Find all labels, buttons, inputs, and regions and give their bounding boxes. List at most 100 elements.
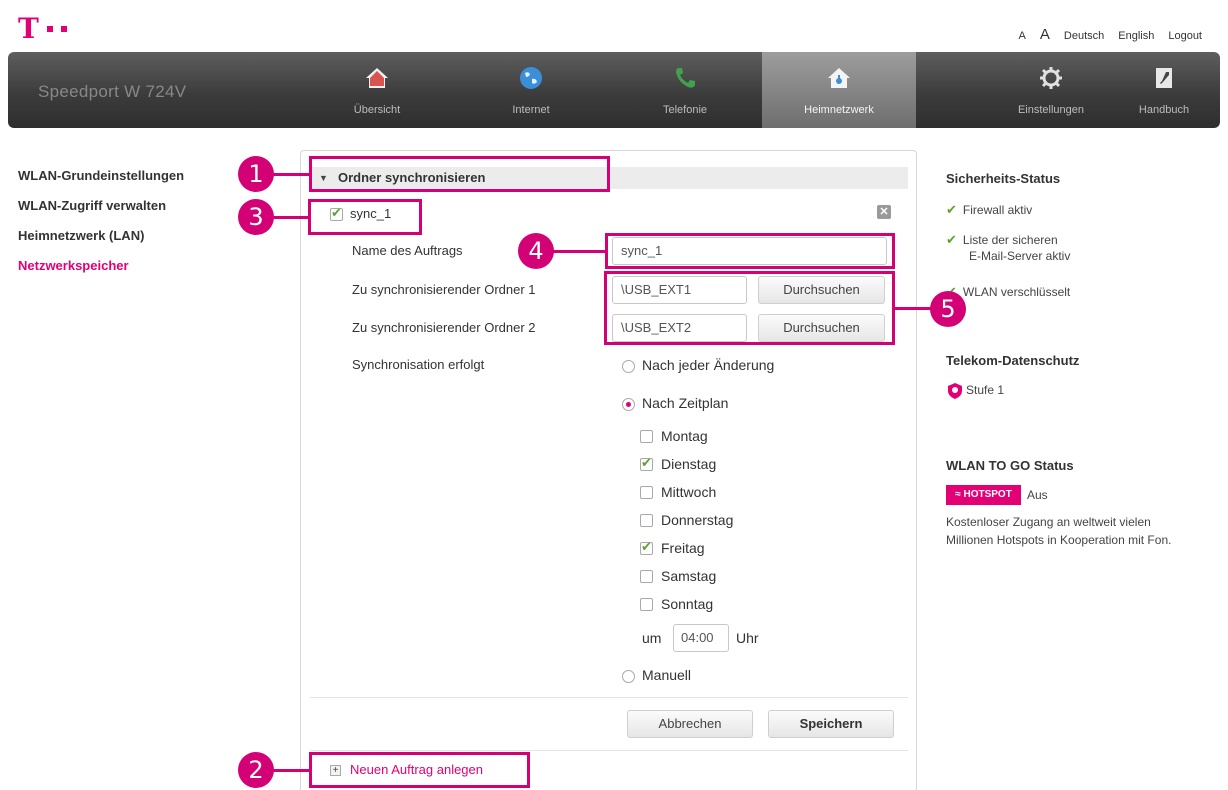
callout-box-3 bbox=[308, 199, 422, 235]
telekom-logo[interactable]: T bbox=[18, 14, 67, 44]
callout-box-5 bbox=[604, 271, 895, 345]
cancel-button[interactable]: Abbrechen bbox=[627, 710, 753, 738]
callout-number-1: 1 bbox=[238, 156, 274, 192]
mail-status: ✔ Liste der sicheren bbox=[946, 231, 1058, 249]
nav-label: Internet bbox=[512, 104, 550, 116]
font-size-large-link[interactable]: A bbox=[1040, 26, 1050, 43]
day-label: Mittwoch bbox=[661, 484, 717, 500]
day-label: Donnerstag bbox=[661, 512, 734, 528]
sidebar-item-wlan-grundeinstellungen[interactable]: WLAN-Grundeinstellungen bbox=[18, 168, 184, 198]
brand-name: Speedport W 724V bbox=[38, 82, 187, 101]
privacy-title: Telekom-Datenschutz bbox=[946, 353, 1080, 368]
radio-manual-label: Manuell bbox=[642, 667, 692, 683]
divider bbox=[310, 750, 908, 751]
callout-line-3 bbox=[268, 216, 310, 219]
callout-box-4 bbox=[605, 233, 895, 269]
sidebar-item-heimnetzwerk-lan[interactable]: Heimnetzwerk (LAN) bbox=[18, 228, 184, 258]
nav-einstellungen[interactable]: Einstellungen bbox=[996, 52, 1106, 128]
logo-dot bbox=[60, 26, 67, 32]
callout-number-3: 3 bbox=[238, 199, 274, 235]
logo-dot bbox=[46, 26, 53, 32]
sync-mode-label: Synchronisation erfolgt bbox=[352, 357, 485, 372]
globe-icon bbox=[520, 67, 542, 89]
day-checkbox-dienstag[interactable] bbox=[640, 455, 653, 471]
nav-label: Handbuch bbox=[1138, 104, 1190, 116]
day-label: Samstag bbox=[661, 568, 717, 584]
mail-text-1: Liste der sicheren bbox=[962, 233, 1058, 247]
day-checkbox-samstag[interactable] bbox=[640, 570, 653, 583]
day-checkbox-mittwoch[interactable] bbox=[640, 486, 653, 499]
nav-label: Heimnetzwerk bbox=[804, 104, 874, 116]
save-button[interactable]: Speichern bbox=[768, 710, 894, 738]
callout-number-2: 2 bbox=[238, 752, 274, 788]
wifi-icon: ≈ bbox=[955, 489, 961, 500]
callout-number-4: 4 bbox=[518, 233, 554, 269]
network-home-icon bbox=[828, 68, 850, 88]
nav-uebersicht[interactable]: Übersicht bbox=[300, 52, 454, 128]
radio-schedule-label: Nach Zeitplan bbox=[642, 395, 729, 411]
callout-line-1 bbox=[268, 173, 310, 176]
sidebar-menu: WLAN-Grundeinstellungen WLAN-Zugriff ver… bbox=[18, 168, 184, 288]
hotspot-desc-1: Kostenloser Zugang an weltweit vielen bbox=[946, 515, 1151, 529]
sidebar-item-wlan-zugriff[interactable]: WLAN-Zugriff verwalten bbox=[18, 198, 184, 228]
nav-handbuch[interactable]: Handbuch bbox=[1114, 52, 1214, 128]
main-navbar: Speedport W 724V Übersicht Internet Tele… bbox=[8, 52, 1220, 128]
telekom-t-icon: T bbox=[18, 12, 39, 45]
day-label: Montag bbox=[661, 428, 708, 444]
time-suffix: Uhr bbox=[736, 630, 759, 646]
nav-label: Telefonie bbox=[662, 104, 708, 116]
radio-after-change-label: Nach jeder Änderung bbox=[642, 357, 775, 373]
hotspot-badge: ≈ HOTSPOT bbox=[946, 485, 1021, 505]
check-icon: ✔ bbox=[946, 232, 957, 247]
day-label: Dienstag bbox=[661, 456, 717, 472]
day-label: Freitag bbox=[661, 540, 705, 556]
check-icon: ✔ bbox=[946, 202, 957, 217]
nav-internet[interactable]: Internet bbox=[454, 52, 608, 128]
logout-link[interactable]: Logout bbox=[1168, 30, 1202, 42]
job-name-label: Name des Auftrags bbox=[352, 243, 463, 258]
callout-line-4 bbox=[549, 250, 606, 253]
privacy-shield-icon bbox=[948, 383, 962, 399]
callout-box-1 bbox=[309, 156, 610, 192]
callout-box-2 bbox=[309, 752, 530, 788]
time-prefix: um bbox=[642, 630, 662, 646]
gear-icon bbox=[1040, 67, 1062, 89]
day-checkbox-sonntag[interactable] bbox=[640, 598, 653, 611]
firewall-text: Firewall aktiv bbox=[962, 203, 1033, 217]
day-checkbox-freitag[interactable] bbox=[640, 539, 653, 555]
top-links: A A Deutsch English Logout bbox=[1019, 26, 1202, 43]
security-status-title: Sicherheits-Status bbox=[946, 171, 1061, 186]
callout-number-5: 5 bbox=[930, 291, 966, 327]
callout-line-2 bbox=[268, 769, 310, 772]
nav-label: Übersicht bbox=[353, 104, 401, 116]
folder2-label: Zu synchronisierender Ordner 2 bbox=[352, 320, 536, 335]
nav-label: Einstellungen bbox=[1017, 104, 1085, 116]
wlan-text: WLAN verschlüsselt bbox=[962, 285, 1071, 299]
sidebar-item-netzwerkspeicher[interactable]: Netzwerkspeicher bbox=[18, 258, 184, 288]
mail-text-2: E-Mail-Server aktiv bbox=[969, 249, 1071, 263]
day-checkbox-donnerstag[interactable] bbox=[640, 514, 653, 527]
callout-line-5 bbox=[893, 307, 931, 310]
nav-heimnetzwerk[interactable]: Heimnetzwerk bbox=[762, 52, 916, 128]
day-checkbox-montag[interactable] bbox=[640, 430, 653, 443]
wlan-status: ✔WLAN verschlüsselt bbox=[946, 283, 1070, 301]
firewall-status: ✔ Firewall aktiv bbox=[946, 201, 1032, 219]
radio-after-change[interactable] bbox=[622, 360, 635, 373]
home-icon bbox=[366, 68, 388, 88]
radio-manual[interactable] bbox=[622, 670, 635, 683]
privacy-level-text: Stufe 1 bbox=[966, 383, 1005, 398]
lang-english-link[interactable]: English bbox=[1118, 30, 1154, 42]
divider bbox=[310, 697, 908, 698]
manual-icon bbox=[1156, 68, 1172, 88]
day-label: Sonntag bbox=[661, 596, 714, 612]
hotspot-state: Aus bbox=[1027, 488, 1048, 502]
privacy-level[interactable]: Stufe 1 bbox=[946, 382, 1004, 400]
font-size-small-link[interactable]: A bbox=[1019, 30, 1026, 42]
hotspot-desc-2: Millionen Hotspots in Kooperation mit Fo… bbox=[946, 533, 1172, 547]
nav-telefonie[interactable]: Telefonie bbox=[608, 52, 762, 128]
phone-icon bbox=[676, 68, 695, 88]
delete-job-icon[interactable]: ✕ bbox=[877, 205, 891, 219]
lang-deutsch-link[interactable]: Deutsch bbox=[1064, 30, 1104, 42]
time-input[interactable]: 04:00 bbox=[673, 624, 729, 652]
radio-schedule[interactable] bbox=[622, 398, 635, 411]
